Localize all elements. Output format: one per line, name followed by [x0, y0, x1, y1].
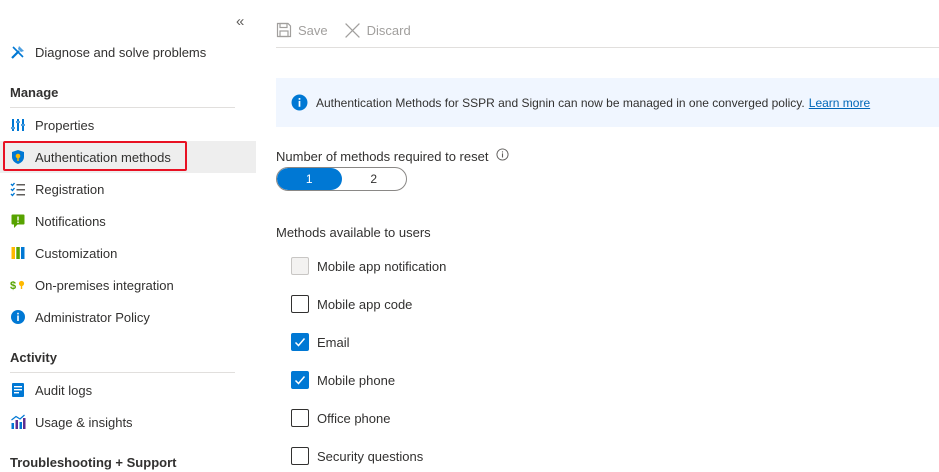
methods-required-toggle: 1 2 [276, 167, 407, 191]
save-label: Save [298, 22, 328, 38]
sidebar-item-customization[interactable]: Customization [0, 237, 256, 269]
sidebar-item-label: Audit logs [35, 382, 93, 398]
method-security-questions[interactable]: Security questions [291, 447, 423, 465]
discard-label: Discard [366, 22, 411, 38]
info-banner-message: Authentication Methods for SSPR and Sign… [316, 95, 805, 110]
method-label: Mobile app notification [317, 258, 447, 274]
registration-list-icon [10, 181, 26, 197]
method-label: Email [317, 334, 350, 350]
method-label: Mobile app code [317, 296, 413, 312]
save-button[interactable]: Save [276, 22, 328, 38]
usage-insights-icon [10, 414, 26, 430]
checkbox[interactable] [291, 333, 309, 351]
info-icon [291, 94, 308, 111]
sidebar-item-registration[interactable]: Registration [0, 173, 256, 205]
method-label: Security questions [317, 448, 424, 464]
learn-more-link[interactable]: Learn more [809, 96, 870, 110]
audit-logs-icon [10, 382, 26, 398]
on-premises-integration-icon: $ [10, 277, 26, 293]
checkbox[interactable] [291, 447, 309, 465]
sidebar-item-label: Notifications [35, 213, 106, 229]
notification-icon [10, 213, 26, 229]
section-divider [10, 107, 235, 108]
method-label: Mobile phone [317, 372, 396, 388]
properties-icon [10, 117, 26, 133]
checkbox[interactable] [291, 257, 309, 275]
checkbox[interactable] [291, 371, 309, 389]
sidebar-item-label: Properties [35, 117, 95, 133]
checkmark-icon [294, 376, 306, 385]
diagnose-icon [10, 44, 26, 60]
sidebar-item-administrator-policy[interactable]: Administrator Policy [0, 301, 256, 333]
checkmark-icon [294, 338, 306, 347]
section-troubleshooting: Troubleshooting + Support [10, 455, 177, 470]
customization-icon [10, 245, 26, 261]
sidebar-item-label: Diagnose and solve problems [35, 44, 207, 60]
sidebar-item-audit-logs[interactable]: Audit logs [0, 374, 256, 406]
sidebar-item-on-premises-integration[interactable]: $ On-premises integration [0, 269, 256, 301]
sidebar-item-label: Customization [35, 245, 118, 261]
methods-option-2[interactable]: 2 [342, 168, 407, 190]
close-icon [344, 22, 360, 38]
svg-text:$: $ [10, 280, 16, 292]
command-bar: Save Discard [276, 18, 427, 42]
shield-key-icon [10, 149, 26, 165]
sidebar-item-label: Authentication methods [35, 149, 171, 165]
toolbar-divider [276, 47, 939, 48]
methods-required-label: Number of methods required to reset [276, 148, 489, 164]
methods-required-label-row: Number of methods required to reset [276, 148, 509, 164]
checkbox[interactable] [291, 409, 309, 427]
methods-option-1[interactable]: 1 [277, 168, 342, 190]
method-mobile-app-code[interactable]: Mobile app code [291, 295, 412, 313]
method-label: Office phone [317, 410, 391, 426]
section-activity: Activity [10, 350, 57, 365]
sidebar-item-label: On-premises integration [35, 277, 174, 293]
sidebar: « Diagnose and solve problems Manage Pro… [0, 0, 256, 472]
sidebar-item-label: Registration [35, 181, 105, 197]
method-email[interactable]: Email [291, 333, 350, 351]
sidebar-item-usage-insights[interactable]: Usage & insights [0, 406, 256, 438]
section-manage: Manage [10, 85, 59, 100]
sidebar-item-label: Usage & insights [35, 414, 133, 430]
info-icon [10, 309, 26, 325]
sidebar-item-properties[interactable]: Properties [0, 109, 256, 141]
sidebar-item-notifications[interactable]: Notifications [0, 205, 256, 237]
sidebar-item-diagnose[interactable]: Diagnose and solve problems [0, 36, 256, 68]
discard-button[interactable]: Discard [344, 22, 411, 39]
sidebar-item-authentication-methods[interactable]: Authentication methods [0, 141, 256, 173]
save-icon [276, 22, 292, 38]
collapse-sidebar-button[interactable]: « [236, 14, 244, 29]
checkbox[interactable] [291, 295, 309, 313]
method-mobile-phone[interactable]: Mobile phone [291, 371, 395, 389]
section-divider [10, 372, 235, 373]
method-mobile-app-notification[interactable]: Mobile app notification [291, 257, 446, 275]
method-office-phone[interactable]: Office phone [291, 409, 390, 427]
sidebar-item-label: Administrator Policy [35, 309, 150, 325]
info-tooltip-icon[interactable] [496, 148, 509, 164]
info-banner: Authentication Methods for SSPR and Sign… [276, 78, 939, 127]
methods-available-label: Methods available to users [276, 225, 431, 240]
